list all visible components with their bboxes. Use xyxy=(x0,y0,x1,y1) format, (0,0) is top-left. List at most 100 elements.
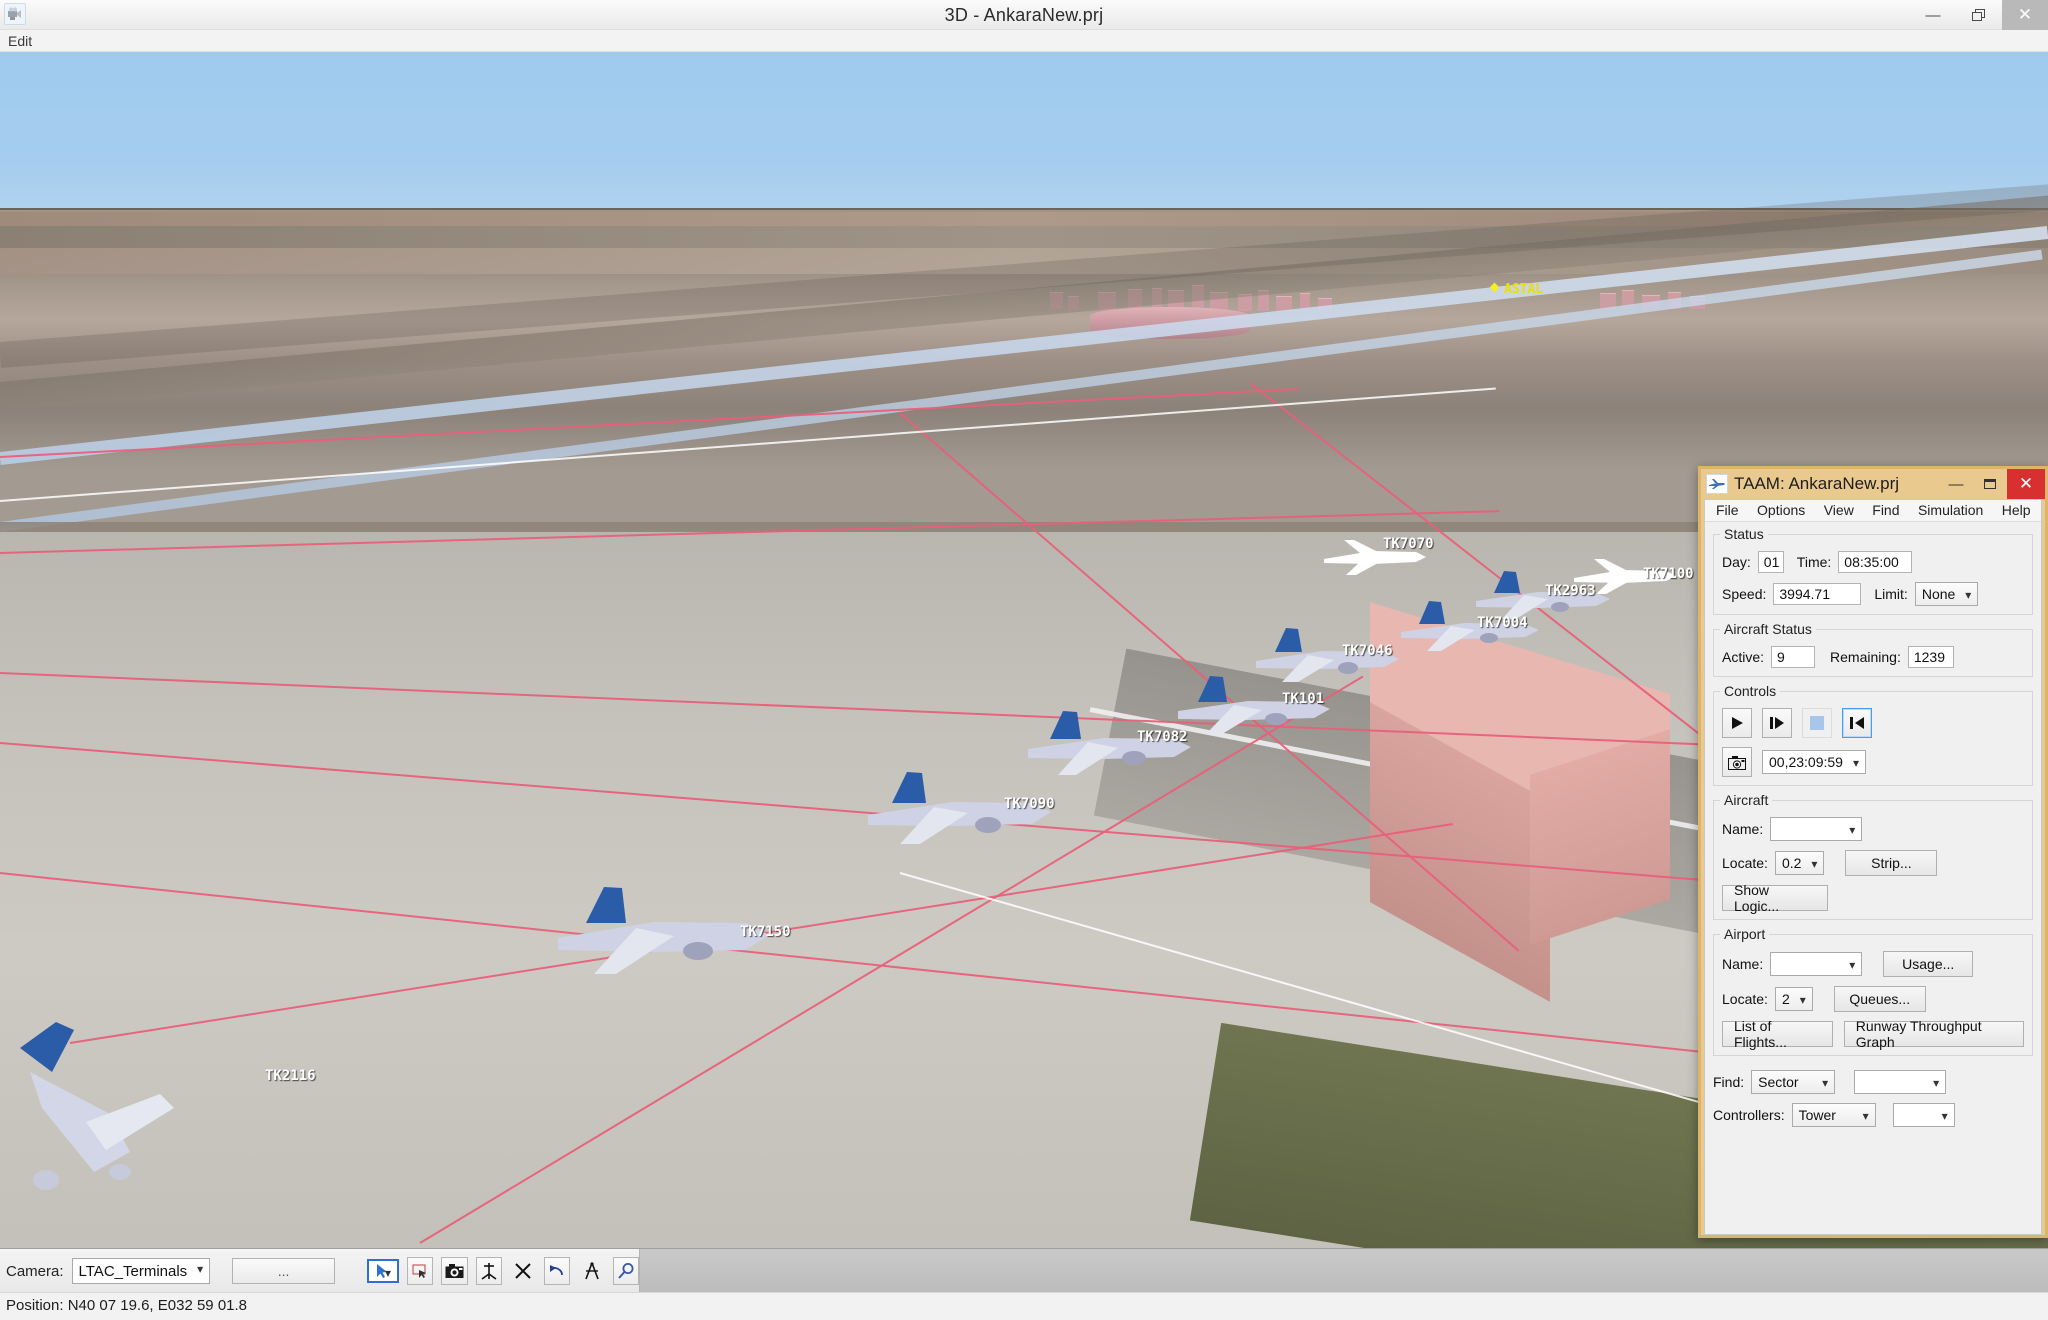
ellipsis-button[interactable]: ... xyxy=(232,1258,336,1284)
taam-menu-simulation[interactable]: Simulation xyxy=(1911,500,1990,521)
aircraft-label: TK7090 xyxy=(1004,796,1055,812)
taam-menubar: File Options View Find Simulation Help xyxy=(1705,500,2041,522)
camera-label: Camera: xyxy=(6,1262,64,1280)
aircraft-label: TK2963 xyxy=(1545,583,1596,599)
airport-name-select[interactable] xyxy=(1770,952,1863,976)
controls-group: Controls 00,23:09:59 ▾ xyxy=(1713,683,2033,786)
taam-window[interactable]: TAAM: AnkaraNew.prj — ✕ File Options Vie… xyxy=(1698,466,2048,1238)
time-label: Time: xyxy=(1796,554,1832,570)
speed-label: Speed: xyxy=(1722,586,1767,602)
day-field[interactable]: 01 xyxy=(1757,551,1784,573)
delete-x-icon[interactable] xyxy=(510,1257,536,1285)
snapshot-button[interactable] xyxy=(1722,747,1752,777)
runway-throughput-button[interactable]: Runway Throughput Graph xyxy=(1843,1018,2024,1050)
region-select-icon[interactable] xyxy=(407,1257,434,1285)
taam-close-button[interactable]: ✕ xyxy=(2007,469,2045,499)
main-menubar: Edit xyxy=(0,30,2048,52)
status-group-legend: Status xyxy=(1720,526,1768,542)
remaining-field[interactable]: 1239 xyxy=(1907,646,1954,668)
airport-group-legend: Airport xyxy=(1720,926,1770,942)
main-restore-button[interactable] xyxy=(1956,0,2002,30)
usage-button[interactable]: Usage... xyxy=(1883,951,1974,977)
taam-menu-find[interactable]: Find xyxy=(1865,500,1906,521)
time-field[interactable]: 08:35:00 xyxy=(1838,551,1913,573)
aircraft-label: TK7004 xyxy=(1477,615,1528,631)
camera-icon[interactable] xyxy=(441,1257,468,1285)
aircraft-name-select[interactable] xyxy=(1770,817,1863,841)
compass-icon[interactable] xyxy=(578,1257,604,1285)
aircraft-status-legend: Aircraft Status xyxy=(1720,621,1816,637)
taam-maximize-button[interactable] xyxy=(1973,469,2007,499)
controllers-value-select[interactable] xyxy=(1892,1103,1955,1127)
taam-titlebar: TAAM: AnkaraNew.prj — ✕ xyxy=(1701,469,2045,499)
play-button[interactable] xyxy=(1722,708,1752,738)
step-button[interactable] xyxy=(1762,708,1792,738)
queues-button[interactable]: Queues... xyxy=(1833,986,1926,1012)
taam-menu-file[interactable]: File xyxy=(1709,500,1746,521)
aircraft-label: TK7100 xyxy=(1643,566,1694,582)
taam-minimize-button[interactable]: — xyxy=(1939,469,1973,499)
main-titlebar: 3D - AnkaraNew.prj — ✕ xyxy=(0,0,2048,30)
undo-icon[interactable] xyxy=(544,1257,571,1285)
aircraft-locate-label: Locate: xyxy=(1722,855,1768,871)
main-close-button[interactable]: ✕ xyxy=(2002,0,2048,30)
aircraft-name-label: Name: xyxy=(1722,821,1764,837)
aircraft-label: TK7046 xyxy=(1342,643,1393,659)
aircraft-label: TK101 xyxy=(1282,691,1325,707)
active-field[interactable]: 9 xyxy=(1771,646,1816,668)
strip-button[interactable]: Strip... xyxy=(1845,850,1938,876)
aircraft-label: TK7150 xyxy=(740,924,791,940)
find-section: Find: Sector Controllers: Tower xyxy=(1705,1070,2041,1137)
find-type-select[interactable]: Sector xyxy=(1751,1070,1836,1094)
taam-body: File Options View Find Simulation Help S… xyxy=(1704,499,2042,1235)
page-title: 3D - AnkaraNew.prj xyxy=(944,5,1104,25)
active-label: Active: xyxy=(1722,649,1765,665)
find-value-select[interactable] xyxy=(1854,1070,1947,1094)
aircraft-icon xyxy=(1706,474,1728,494)
taam-menu-view[interactable]: View xyxy=(1817,500,1861,521)
find-label: Find: xyxy=(1713,1074,1745,1090)
aircraft-group: Aircraft Name: Locate: 0.2 Strip... Show… xyxy=(1713,792,2033,920)
camera-select-wrap: LTAC_Terminals xyxy=(71,1258,211,1284)
application-window: 3D - AnkaraNew.prj — ✕ Edit TK7070 TK710… xyxy=(0,0,2048,1320)
main-minimize-button[interactable]: — xyxy=(1910,0,1956,30)
navaid-label: ASTAL xyxy=(1504,282,1544,297)
day-label: Day: xyxy=(1722,554,1751,570)
aircraft-status-group: Aircraft Status Active: 9 Remaining: 123… xyxy=(1713,621,2033,677)
taam-title-text: TAAM: AnkaraNew.prj xyxy=(1734,474,1900,493)
aircraft-group-legend: Aircraft xyxy=(1720,792,1773,808)
stop-button[interactable] xyxy=(1802,708,1832,738)
speed-field[interactable]: 3994.71 xyxy=(1773,583,1862,605)
aircraft-label: TK7082 xyxy=(1137,729,1188,745)
taam-menu-help[interactable]: Help xyxy=(1995,500,2038,521)
tripod-icon[interactable] xyxy=(475,1257,502,1285)
controllers-type-select[interactable]: Tower xyxy=(1791,1103,1876,1127)
aircraft-locate-select[interactable]: 0.2 xyxy=(1774,851,1825,875)
airport-locate-label: Locate: xyxy=(1722,991,1768,1007)
list-of-flights-button[interactable]: List of Flights... xyxy=(1722,1018,1833,1050)
rewind-button[interactable] xyxy=(1842,708,1872,738)
remaining-label: Remaining: xyxy=(1830,649,1901,665)
controls-group-legend: Controls xyxy=(1720,683,1781,699)
sky xyxy=(0,52,2048,210)
menu-item-edit[interactable]: Edit xyxy=(0,30,40,52)
airport-group: Airport Name: Usage... Locate: 2 Queues.… xyxy=(1713,926,2033,1056)
position-text: Position: N40 07 19.6, E032 59 01.8 xyxy=(6,1297,248,1314)
airport-locate-select[interactable]: 2 xyxy=(1774,987,1813,1011)
aircraft-label: TK7070 xyxy=(1383,536,1434,552)
limit-label: Limit: xyxy=(1874,586,1908,602)
select-arrow-icon[interactable] xyxy=(367,1259,400,1283)
limit-select[interactable]: None xyxy=(1914,582,1979,606)
show-logic-button[interactable]: Show Logic... xyxy=(1722,882,1828,914)
camera-select[interactable]: LTAC_Terminals xyxy=(71,1258,211,1284)
controllers-label: Controllers: xyxy=(1713,1107,1785,1123)
airport-name-label: Name: xyxy=(1722,956,1764,972)
zoom-icon[interactable] xyxy=(612,1257,639,1285)
statusbar: Position: N40 07 19.6, E032 59 01.8 xyxy=(0,1292,2048,1320)
duration-select[interactable]: 00,23:09:59 xyxy=(1762,750,1866,774)
aircraft-label: TK2116 xyxy=(265,1068,316,1084)
aircraft-shape xyxy=(20,1022,174,1190)
toolbar-inner: Camera: LTAC_Terminals ... xyxy=(0,1249,640,1293)
stop-square-icon xyxy=(1810,716,1824,730)
taam-menu-options[interactable]: Options xyxy=(1750,500,1812,521)
